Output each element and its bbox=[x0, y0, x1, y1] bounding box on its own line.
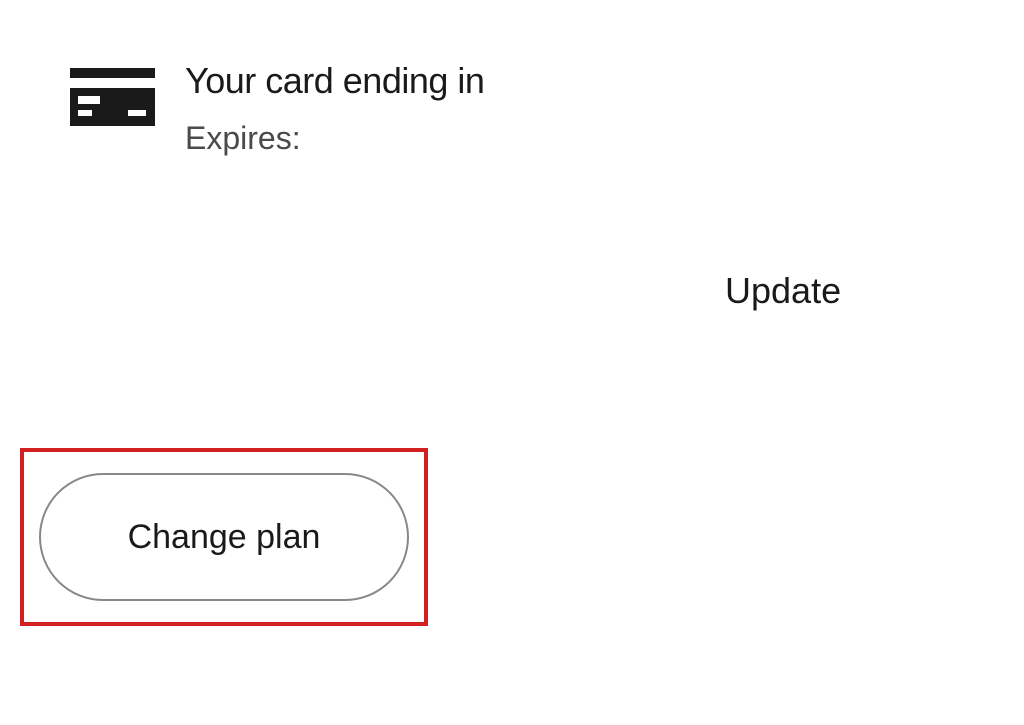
update-link[interactable]: Update bbox=[725, 270, 841, 312]
change-plan-button[interactable]: Change plan bbox=[39, 473, 409, 601]
highlight-annotation: Change plan bbox=[20, 448, 428, 626]
card-text-block: Your card ending in Expires: bbox=[185, 60, 484, 157]
payment-card-section: Your card ending in Expires: bbox=[70, 60, 484, 157]
card-ending-label: Your card ending in bbox=[185, 60, 484, 102]
credit-card-icon bbox=[70, 68, 155, 128]
card-expires-label: Expires: bbox=[185, 120, 484, 157]
